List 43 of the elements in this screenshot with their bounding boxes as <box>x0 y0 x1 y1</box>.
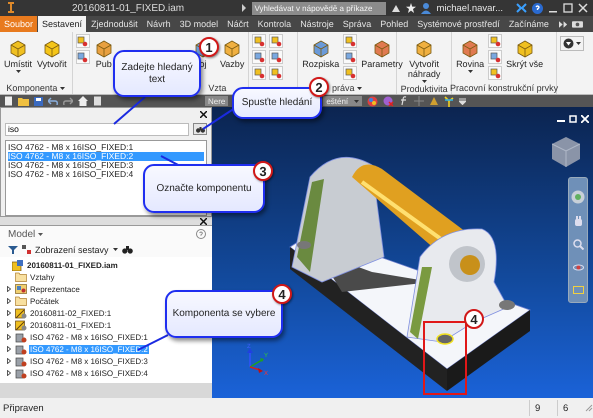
callout-tooltip: Zadejte hledaný text <box>113 50 201 97</box>
group-label: Pracovní konstrukční prvky <box>450 83 558 93</box>
tree-item[interactable]: 20160811-01_FIXED:1 <box>29 320 112 330</box>
tree-item[interactable]: 20160811-01_FIXED.iam <box>26 260 119 270</box>
status-cell: 9 <box>529 400 557 416</box>
ribbon-button[interactable]: Parametry <box>360 34 404 70</box>
ribbon-button[interactable]: Umístit <box>3 34 33 74</box>
status-text: Připraven <box>3 402 44 414</box>
tree-item[interactable]: 20160811-02_FIXED:1 <box>29 308 112 318</box>
model-menu[interactable]: Model <box>8 228 44 240</box>
ribbon-button[interactable]: Rozpiska <box>301 34 340 70</box>
ribbon-tab[interactable]: Pohled <box>376 16 412 32</box>
ribbon-button[interactable]: Skrýt vše <box>505 34 544 70</box>
ribbon-tab[interactable]: Začínáme <box>504 16 553 32</box>
tree-item[interactable]: ISO 4762 - M8 x 16ISO_FIXED:1 <box>29 332 149 342</box>
ribbon-tab[interactable]: Návrh <box>142 16 175 32</box>
ribbon-tab[interactable]: Zjednodušit <box>87 16 142 32</box>
ribbon-button[interactable]: Vytvořit <box>36 34 68 70</box>
group-label: Komponenta <box>6 83 58 93</box>
tree-item[interactable]: Počátek <box>29 296 60 306</box>
tree-item[interactable]: Vztahy <box>29 272 56 282</box>
group-label: Produktivita <box>400 84 448 94</box>
ribbon-button[interactable]: Rovina <box>455 34 486 74</box>
ribbon-button[interactable]: Vazby <box>218 34 246 70</box>
search-field[interactable]: iso <box>5 122 189 136</box>
user-menu[interactable]: michael.navar... <box>436 2 503 14</box>
ribbon-button[interactable]: Pub <box>92 34 115 70</box>
help-search-field[interactable]: Vyhledávat v nápovědě a příkaze <box>252 2 386 14</box>
ribbon-tab[interactable]: Náčrt <box>223 16 253 32</box>
group-label: práva <box>332 83 354 93</box>
ribbon-tab[interactable]: Správa <box>338 16 376 32</box>
ribbon-tab[interactable]: Kontrola <box>254 16 296 32</box>
ribbon-tab[interactable]: Systémové prostředí <box>413 16 504 32</box>
tree-item[interactable]: ISO 4762 - M8 x 16ISO_FIXED:3 <box>29 356 149 366</box>
result-item[interactable]: ISO 4762 - M8 x 16ISO_FIXED:1 <box>8 142 204 152</box>
ribbon-tab[interactable]: Sestavení <box>38 16 86 32</box>
status-cell: 6 <box>557 400 585 416</box>
window-title: 20160811-01_FIXED.iam <box>72 2 184 14</box>
ribbon-tab[interactable]: Nástroje <box>296 16 338 32</box>
ribbon-tab[interactable]: 3D model <box>176 16 222 32</box>
group-label: Vzta <box>208 83 226 93</box>
tree-item[interactable]: ISO 4762 - M8 x 16ISO_FIXED:4 <box>29 368 149 378</box>
tree-item[interactable]: Reprezentace <box>29 284 81 294</box>
